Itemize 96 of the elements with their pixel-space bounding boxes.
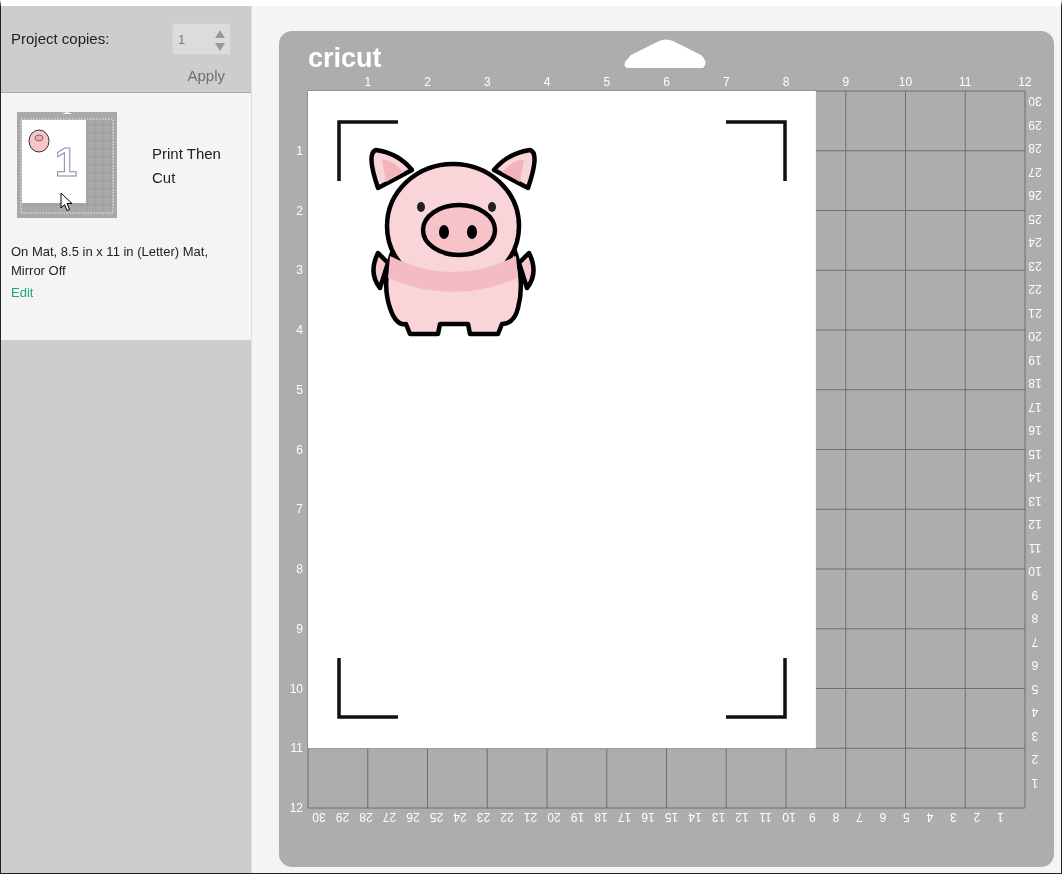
ruler-number: 12 xyxy=(1018,75,1032,89)
ruler-number: 12 xyxy=(1028,517,1042,531)
registration-mark xyxy=(337,120,398,181)
ruler-number: 2 xyxy=(973,810,981,824)
ruler-number: 3 xyxy=(1031,728,1039,743)
ruler-number: 12 xyxy=(289,801,303,815)
ruler-number: 6 xyxy=(296,442,303,457)
ruler-number: 20 xyxy=(1028,329,1042,343)
ruler-number: 1 xyxy=(296,143,303,158)
ruler-number: 19 xyxy=(570,810,585,824)
mouse-cursor-icon xyxy=(60,192,73,211)
ruler-number: 1 xyxy=(997,810,1004,824)
mat-number: 1 xyxy=(55,142,78,182)
registration-mark xyxy=(726,120,787,181)
ruler-number: 10 xyxy=(898,75,913,89)
ruler-number: 20 xyxy=(547,810,561,824)
ruler-number: 30 xyxy=(1028,94,1042,108)
ruler-number: 10 xyxy=(782,810,796,824)
ruler-number: 9 xyxy=(809,810,816,824)
ruler-number: 24 xyxy=(1028,235,1042,249)
ruler-number: 23 xyxy=(476,810,491,824)
ruler-number: 8 xyxy=(782,75,790,89)
ruler-number: 27 xyxy=(382,810,397,824)
ruler-number: 7 xyxy=(856,810,863,824)
ruler-number: 27 xyxy=(1028,164,1042,179)
ruler-number: 3 xyxy=(296,263,303,278)
ruler-number: 10 xyxy=(289,681,303,696)
ruler-number: 6 xyxy=(1031,658,1039,672)
ruler-number: 11 xyxy=(959,75,972,89)
ruler-number: 12 xyxy=(735,810,749,824)
ruler-number: 23 xyxy=(1028,258,1042,273)
ruler-number: 2 xyxy=(1031,752,1039,766)
mat-details: On Mat, 8.5 in x 11 in (Letter) Mat, Mirror Off xyxy=(11,243,209,280)
ruler-number: 25 xyxy=(429,810,444,824)
ruler-number: 14 xyxy=(1028,470,1042,484)
ruler-number: 8 xyxy=(1031,611,1039,625)
ruler-number: 19 xyxy=(1028,352,1042,367)
ruler-number: 14 xyxy=(688,810,702,824)
ruler-number: 16 xyxy=(1028,423,1042,437)
ruler-number: 13 xyxy=(711,810,726,824)
ruler-number: 10 xyxy=(1028,564,1042,578)
ruler-number: 28 xyxy=(359,810,373,824)
ruler-number: 28 xyxy=(1028,141,1042,155)
ruler-number: 4 xyxy=(1031,705,1039,719)
ruler-number: 18 xyxy=(1028,376,1042,390)
ruler-number: 17 xyxy=(1028,399,1042,414)
edit-link[interactable]: Edit xyxy=(11,285,34,300)
ruler-number: 15 xyxy=(664,810,679,824)
ruler-number: 3 xyxy=(950,810,957,824)
ruler-number: 4 xyxy=(926,810,934,824)
ruler-number: 9 xyxy=(296,621,303,636)
ruler-number: 4 xyxy=(543,75,551,89)
ruler-number: 30 xyxy=(312,810,326,824)
spinner-arrows-icon[interactable] xyxy=(215,30,225,51)
ruler-number: 26 xyxy=(1028,188,1042,202)
ruler-number: 9 xyxy=(842,75,850,89)
ruler-number: 25 xyxy=(1028,211,1042,226)
ruler-number: 3 xyxy=(483,75,491,89)
ruler-number: 7 xyxy=(296,502,303,517)
ruler-number: 5 xyxy=(603,75,611,89)
ruler-number: 18 xyxy=(594,810,608,824)
ruler-number: 4 xyxy=(296,323,303,337)
ruler-number: 13 xyxy=(1028,493,1042,508)
copies-label: Project copies: xyxy=(11,28,110,49)
ruler-number: 6 xyxy=(879,810,887,824)
ruler-number: 21 xyxy=(523,810,538,824)
ruler-number: 9 xyxy=(1031,587,1039,602)
mat-logo: cricut xyxy=(308,43,382,73)
ruler-number: 22 xyxy=(1028,282,1042,296)
ruler-number: 5 xyxy=(1031,681,1039,696)
ruler-number: 11 xyxy=(290,741,303,756)
ruler-number: 8 xyxy=(296,562,303,576)
ruler-number: 5 xyxy=(296,382,303,397)
ruler-number: 7 xyxy=(722,75,730,89)
mat-title: Print Then Cut xyxy=(152,144,222,188)
ruler-number: 11 xyxy=(1028,540,1042,555)
ruler-number: 22 xyxy=(500,810,514,824)
registration-mark xyxy=(337,658,398,719)
ruler-number: 1 xyxy=(364,75,372,89)
registration-mark xyxy=(726,658,787,719)
ruler-number: 8 xyxy=(832,810,840,824)
ruler-number: 11 xyxy=(759,810,772,824)
ruler-number: 24 xyxy=(453,810,467,824)
ruler-number: 29 xyxy=(335,810,350,824)
ruler-number: 5 xyxy=(903,810,910,824)
ruler-number: 6 xyxy=(663,75,670,89)
ruler-number: 21 xyxy=(1028,305,1042,320)
ruler-number: 15 xyxy=(1028,446,1042,461)
ruler-number: 29 xyxy=(1028,117,1042,132)
ruler-number: 2 xyxy=(424,75,431,89)
ruler-number: 26 xyxy=(406,810,420,824)
ruler-number: 2 xyxy=(296,203,303,218)
ruler-number: 17 xyxy=(617,810,632,824)
ruler-number: 1 xyxy=(1031,775,1039,790)
ruler-number: 16 xyxy=(641,810,655,824)
ruler-number: 7 xyxy=(1031,634,1039,649)
